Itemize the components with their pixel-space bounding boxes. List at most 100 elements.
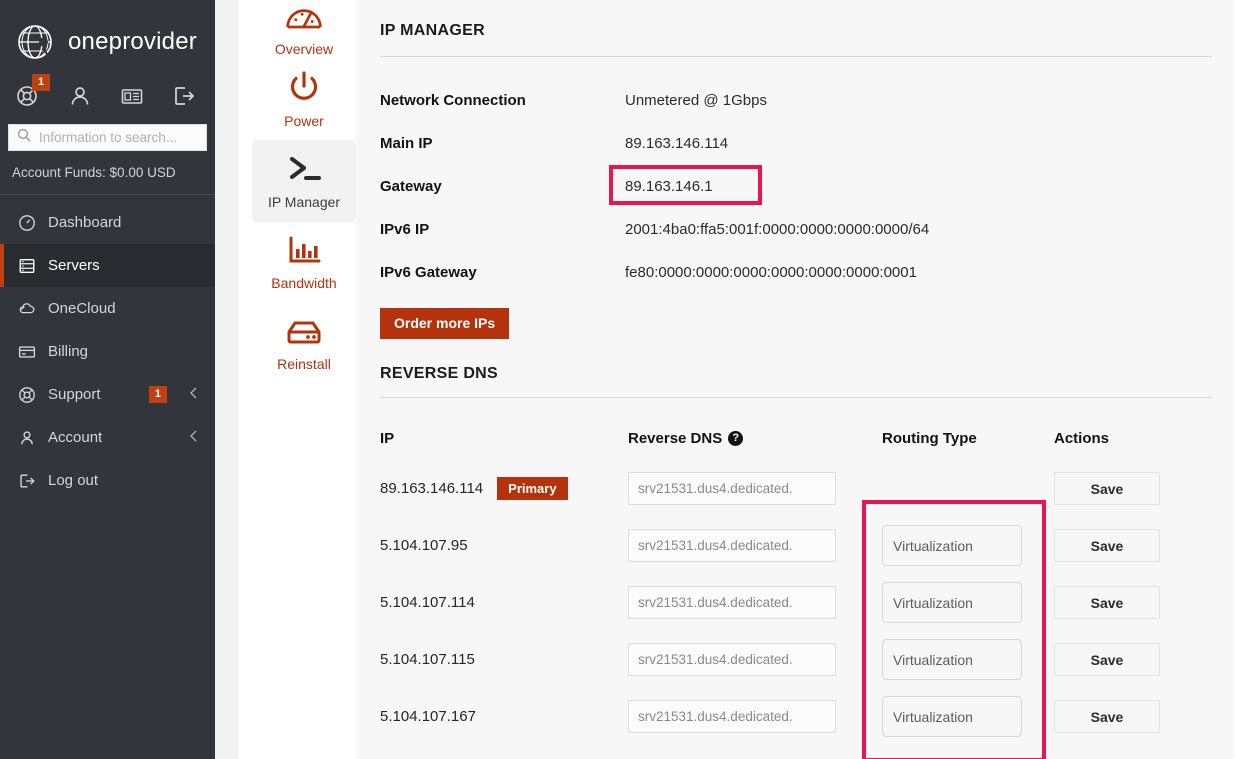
rdns-cell xyxy=(628,643,882,676)
info-label: Network Connection xyxy=(380,92,625,109)
subnav-item-ip-manager[interactable]: IP Manager xyxy=(252,140,356,222)
rdns-input[interactable] xyxy=(628,643,836,676)
chevron-left-icon[interactable] xyxy=(189,386,199,404)
table-row: 5.104.107.95 Virtualization Save xyxy=(356,517,1236,574)
sidebar-item-label: Servers xyxy=(48,257,215,274)
ip-address: 5.104.107.167 xyxy=(380,708,476,725)
search-input[interactable] xyxy=(39,130,198,145)
subnav-item-bandwidth[interactable]: Bandwidth xyxy=(252,222,356,304)
table-row: 5.104.107.114 Virtualization Save xyxy=(356,574,1236,631)
sidebar-item-label: Dashboard xyxy=(48,214,215,231)
cloud-icon xyxy=(18,300,36,318)
actions-cell: Save xyxy=(1054,643,1184,676)
routing-cell: Virtualization xyxy=(882,639,1054,680)
routing-cell: Virtualization xyxy=(882,582,1054,623)
rdns-input[interactable] xyxy=(628,472,836,505)
info-row: IPv6 IP 2001:4ba0:ffa5:001f:0000:0000:00… xyxy=(356,208,1236,251)
save-button[interactable]: Save xyxy=(1054,529,1160,562)
support-badge: 1 xyxy=(32,74,50,91)
rdns-input[interactable] xyxy=(628,700,836,733)
ip-cell: 89.163.146.114 Primary xyxy=(380,477,628,500)
sidebar-item-servers[interactable]: Servers xyxy=(0,244,215,287)
info-row: IPv6 Gateway fe80:0000:0000:0000:0000:00… xyxy=(356,251,1236,294)
column-header-routing: Routing Type xyxy=(882,430,1054,447)
news-card-icon[interactable] xyxy=(120,84,144,108)
logout-icon[interactable] xyxy=(172,84,196,108)
save-button[interactable]: Save xyxy=(1054,472,1160,505)
ip-address: 5.104.107.115 xyxy=(380,651,475,668)
table-row: 5.104.107.167 Virtualization Save xyxy=(356,688,1236,745)
info-value-network-connection: Unmetered @ 1Gbps xyxy=(625,92,767,109)
sidebar-item-onecloud[interactable]: OneCloud xyxy=(0,287,215,330)
info-value-main-ip: 89.163.146.114 xyxy=(625,135,728,152)
save-button[interactable]: Save xyxy=(1054,586,1160,619)
order-more-ips-button[interactable]: Order more IPs xyxy=(380,308,509,339)
reverse-dns-title: REVERSE DNS xyxy=(356,339,1236,383)
info-row: Gateway 89.163.146.1 xyxy=(356,165,1236,208)
rdns-input[interactable] xyxy=(628,586,836,619)
support-lifebuoy-icon xyxy=(18,386,36,404)
page-title: IP MANAGER xyxy=(356,0,1236,40)
routing-cell: Virtualization xyxy=(882,696,1054,737)
search-icon xyxy=(17,128,31,147)
sidebar-item-billing[interactable]: Billing xyxy=(0,330,215,373)
account-person-icon xyxy=(18,429,36,447)
sidebar-item-account[interactable]: Account xyxy=(0,416,215,459)
subnav-item-label: Power xyxy=(284,113,324,129)
chevron-left-icon[interactable] xyxy=(189,429,199,447)
ip-address: 5.104.107.95 xyxy=(380,537,468,554)
routing-type-select[interactable]: Virtualization xyxy=(882,696,1022,737)
main-panel: IP MANAGER Network Connection Unmetered … xyxy=(356,0,1236,759)
subnav-item-label: Reinstall xyxy=(277,356,331,372)
rdns-cell xyxy=(628,529,882,562)
globe-icon xyxy=(14,20,58,64)
routing-cell: Virtualization xyxy=(882,525,1054,566)
info-label: IPv6 Gateway xyxy=(380,264,625,281)
actions-cell: Save xyxy=(1054,700,1184,733)
ip-cell: 5.104.107.114 xyxy=(380,594,628,611)
topbar-icons: 1 xyxy=(0,64,215,108)
sidebar-item-support[interactable]: Support 1 xyxy=(0,373,215,416)
support-count-badge: 1 xyxy=(149,386,167,403)
sidebar-item-dashboard[interactable]: Dashboard xyxy=(0,201,215,244)
primary-sidebar: oneprovider 1 xyxy=(0,0,215,759)
save-button[interactable]: Save xyxy=(1054,700,1160,733)
actions-cell: Save xyxy=(1054,586,1184,619)
power-icon xyxy=(287,70,321,107)
question-mark-icon[interactable]: ? xyxy=(728,431,743,446)
search-box[interactable] xyxy=(8,124,207,151)
column-header-ip: IP xyxy=(380,430,628,447)
bar-chart-icon xyxy=(287,236,321,269)
sidebar-item-logout[interactable]: Log out xyxy=(0,459,215,502)
speedometer-icon xyxy=(284,2,324,35)
rdns-input[interactable] xyxy=(628,529,836,562)
routing-type-select[interactable]: Virtualization xyxy=(882,639,1022,680)
subnav-item-label: IP Manager xyxy=(268,194,340,210)
search-container xyxy=(0,108,215,151)
server-subnav: Overview Power IP Manager xyxy=(238,0,356,759)
rdns-cell xyxy=(628,472,882,505)
ip-info-table: Network Connection Unmetered @ 1Gbps Mai… xyxy=(356,57,1236,294)
rdns-cell xyxy=(628,700,882,733)
subnav-item-overview[interactable]: Overview xyxy=(252,0,356,58)
sidebar-item-label: Account xyxy=(48,429,177,446)
actions-cell: Save xyxy=(1054,472,1184,505)
subnav-item-reinstall[interactable]: Reinstall xyxy=(252,304,356,386)
terminal-prompt-icon xyxy=(284,153,324,188)
ip-address: 89.163.146.114 xyxy=(380,480,483,497)
user-icon[interactable] xyxy=(68,84,92,108)
brand[interactable]: oneprovider xyxy=(0,0,215,64)
table-row: 5.104.107.115 Virtualization Save xyxy=(356,631,1236,688)
ip-cell: 5.104.107.167 xyxy=(380,708,628,725)
save-button[interactable]: Save xyxy=(1054,643,1160,676)
account-funds: Account Funds: $0.00 USD xyxy=(0,151,215,195)
subnav-item-label: Bandwidth xyxy=(271,275,336,291)
sidebar-item-label: Support xyxy=(48,386,137,403)
status-badge: Primary xyxy=(497,477,567,500)
subnav-item-label: Overview xyxy=(275,41,333,57)
routing-type-select[interactable]: Virtualization xyxy=(882,582,1022,623)
subnav-item-power[interactable]: Power xyxy=(252,58,356,140)
app-root: oneprovider 1 xyxy=(0,0,1236,759)
support-lifebuoy-icon[interactable]: 1 xyxy=(16,84,40,108)
routing-type-select[interactable]: Virtualization xyxy=(882,525,1022,566)
